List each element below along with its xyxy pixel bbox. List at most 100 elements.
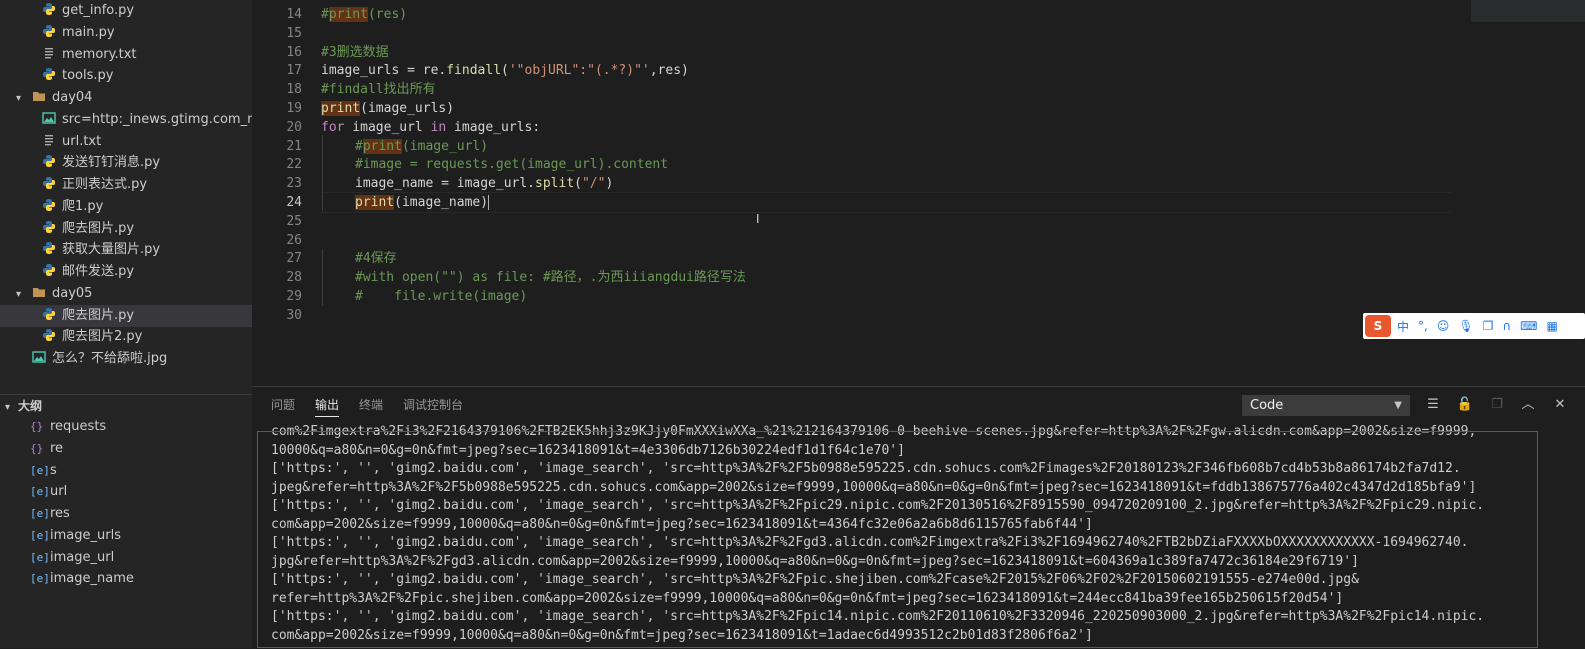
code-editor[interactable]: 14 15 16 17 18 19 20 21 22 23 24 25 26 2… xyxy=(252,0,1585,386)
bottom-panel: 问题 输出 终端 调试控制台 Code ▼ ☰ 🔓 ❐ ︿ ✕ com%2Fimg… xyxy=(252,386,1585,649)
emoji-icon[interactable]: ☺ xyxy=(1437,319,1450,333)
keyboard-icon[interactable]: ⌨ xyxy=(1520,319,1537,333)
code-line: # file.write(image) xyxy=(355,289,528,304)
outline-item-label: res xyxy=(50,506,70,521)
sogou-logo-icon[interactable]: S xyxy=(1365,315,1391,337)
variable-symbol-icon: [e] xyxy=(30,550,50,564)
python-file-icon xyxy=(42,2,56,16)
comment-text: (res) xyxy=(367,7,408,22)
maximize-panel-icon[interactable]: ︿ xyxy=(1518,395,1538,415)
line-number: 14 xyxy=(286,7,302,22)
string-literal: '"objURL":"(.*?)"' xyxy=(508,63,650,78)
python-file-icon xyxy=(42,198,56,212)
code-line: print(image_name) xyxy=(355,193,490,212)
punctuation-icon[interactable]: °, xyxy=(1418,319,1428,333)
tree-file[interactable]: 爬去图片.py xyxy=(0,304,252,327)
tree-item-label: main.py xyxy=(62,24,115,40)
python-file-icon xyxy=(42,67,56,81)
image-file-icon xyxy=(42,111,56,125)
line-number: 22 xyxy=(286,157,302,172)
explorer-sidebar: get_info.py main.py memory.txt tools.py ▾ day… xyxy=(0,0,252,648)
line-number: 25 xyxy=(286,214,302,229)
tree-file[interactable]: main.py xyxy=(0,22,252,44)
tab-problems[interactable]: 问题 xyxy=(271,387,295,423)
close-panel-icon[interactable]: ✕ xyxy=(1550,395,1570,415)
outline-item[interactable]: [e]image_urls xyxy=(0,525,252,547)
open-log-icon[interactable]: ❐ xyxy=(1487,395,1507,415)
tree-item-label: get_info.py xyxy=(62,3,135,18)
outline-item[interactable]: {} re xyxy=(0,438,252,460)
outline-item[interactable]: {} requests xyxy=(0,416,252,438)
tree-file[interactable]: 邮件发送.py xyxy=(0,261,252,283)
output-console[interactable]: com%2Fimgextra%2Fi3%2F2164379106%2FTB2EK… xyxy=(271,423,1571,649)
tree-file[interactable]: 获取大量图片.py xyxy=(0,239,252,261)
outline-item[interactable]: [e]s xyxy=(0,460,252,482)
code-token: image_url xyxy=(344,120,431,135)
outline-item[interactable]: [e]url xyxy=(0,481,252,503)
tree-file[interactable]: 爬去图片2.py xyxy=(0,326,252,348)
highlighted-word: print xyxy=(362,139,402,154)
highlighted-word: print xyxy=(355,195,395,210)
line-number: 29 xyxy=(286,289,302,304)
toolbox-icon[interactable]: ▦ xyxy=(1546,319,1557,333)
tree-file[interactable]: get_info.py xyxy=(0,0,252,22)
skin-icon[interactable]: ∩ xyxy=(1502,319,1511,333)
tree-file[interactable]: 正则表达式.py xyxy=(0,174,252,196)
tree-item-label: day04 xyxy=(52,90,93,105)
code-line: #print(res) xyxy=(321,5,407,24)
python-file-icon xyxy=(42,220,56,234)
output-channel-select[interactable]: Code ▼ xyxy=(1242,395,1410,416)
tree-folder[interactable]: ▾ day04 xyxy=(0,87,252,109)
lock-scroll-icon[interactable]: 🔓 xyxy=(1455,395,1475,415)
outline-item-label: re xyxy=(50,440,64,456)
clear-output-icon[interactable]: ☰ xyxy=(1423,395,1443,415)
tree-file[interactable]: memory.txt xyxy=(0,44,252,66)
code-token: ,res) xyxy=(649,63,689,78)
tree-file[interactable]: src=http:_inews.gtimg.com_ne... xyxy=(0,109,252,131)
code-line: #with open("") as file: #路径，.为西iiiangdui… xyxy=(355,270,746,285)
highlighted-word: print xyxy=(321,101,361,116)
tab-debug-console[interactable]: 调试控制台 xyxy=(403,387,463,423)
outline-header[interactable]: ▾ 大纲 xyxy=(0,394,252,417)
clipboard-icon[interactable]: ❐ xyxy=(1483,319,1494,333)
outline-item-label: s xyxy=(50,462,57,478)
output-line: ['https:', '', 'gimg2.baidu.com', 'image… xyxy=(271,498,1485,513)
tree-file[interactable]: tools.py xyxy=(0,65,252,87)
output-line: jpeg&refer=http%3A%2F%2F5b0988e595225.cd… xyxy=(271,479,1477,495)
tree-item-label: 邮件发送.py xyxy=(62,264,135,279)
image-file-icon xyxy=(32,350,46,364)
microphone-icon[interactable]: 🎙 xyxy=(1458,319,1473,333)
tree-file[interactable]: 发送钉钉消息.py xyxy=(0,152,252,174)
output-line: com&app=2002&size=f9999,10000&q=a80&n=0&… xyxy=(271,627,1093,643)
comment-text: # xyxy=(355,139,363,154)
code-token: (image_urls) xyxy=(360,101,455,116)
ime-mode[interactable]: 中 xyxy=(1397,318,1409,335)
line-number-active: 24 xyxy=(286,195,302,210)
line-number: 17 xyxy=(286,63,302,78)
keyword: for xyxy=(321,120,345,135)
ime-toolbar[interactable]: S 中 °, ☺ 🎙 ❐ ∩ ⌨ ▦ xyxy=(1363,313,1585,339)
tree-file[interactable]: url.txt xyxy=(0,131,252,153)
outline-item-label: image_urls xyxy=(50,527,121,543)
tree-item-label: 获取大量图片.py xyxy=(62,242,161,258)
tree-file[interactable]: 爬去图片.py xyxy=(0,218,252,240)
minimap[interactable] xyxy=(1471,0,1585,22)
line-number: 20 xyxy=(286,120,302,135)
tree-item-label: url.txt xyxy=(62,133,102,149)
tree-file[interactable]: 怎么？不给舔啦.jpg xyxy=(0,348,252,370)
output-line: com&app=2002&size=f9999,10000&q=a80&n=0&… xyxy=(271,516,1093,532)
module-symbol-icon: {} xyxy=(30,420,44,433)
tab-output[interactable]: 输出 xyxy=(315,387,340,423)
tree-folder[interactable]: ▾ day05 xyxy=(0,283,252,305)
variable-symbol-icon: [e] xyxy=(30,485,50,499)
code-token: (image_name) xyxy=(394,195,489,210)
outline-item[interactable]: [e]res xyxy=(0,503,252,525)
tab-terminal[interactable]: 终端 xyxy=(359,387,383,423)
code-token: split xyxy=(535,176,575,191)
outline-item[interactable]: [e]image_name xyxy=(0,568,252,590)
outline-item-label: image_name xyxy=(50,571,134,587)
variable-symbol-icon: [e] xyxy=(30,572,50,586)
tree-item-label: 爬去图片.py xyxy=(62,307,135,323)
tree-file[interactable]: 爬1.py xyxy=(0,196,252,218)
outline-item[interactable]: [e]image_url xyxy=(0,547,252,569)
